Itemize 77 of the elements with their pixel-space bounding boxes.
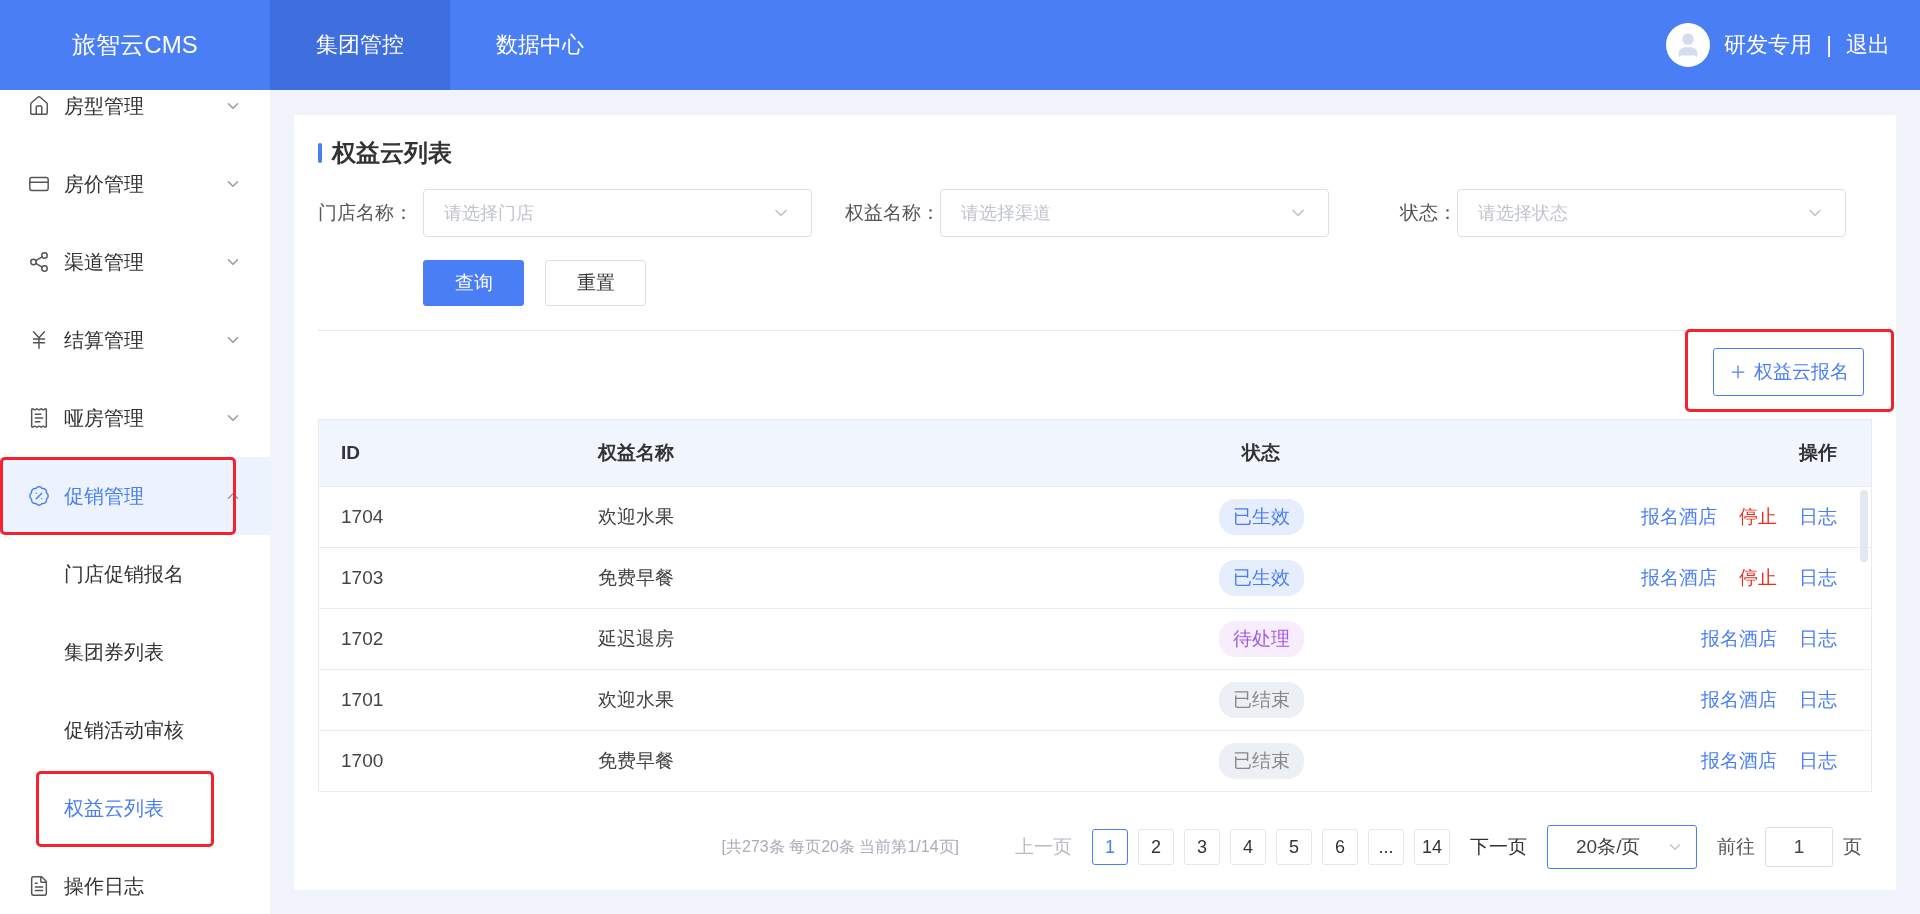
status-tag: 已生效 bbox=[1218, 499, 1304, 535]
sidebar-subitem[interactable]: 门店促销报名 bbox=[0, 535, 270, 613]
page-title: 权益云列表 bbox=[332, 138, 452, 168]
pagination-summary: [共273条 每页20条 当前第1/14页] bbox=[721, 836, 959, 857]
separator: | bbox=[1826, 32, 1832, 58]
action-link[interactable]: 报名酒店 bbox=[1701, 626, 1777, 652]
column-header: 权益名称 bbox=[596, 441, 675, 465]
sidebar-item[interactable]: 操作日志 bbox=[0, 847, 270, 914]
reset-button[interactable]: 重置 bbox=[545, 260, 646, 306]
status-tag: 已结束 bbox=[1218, 743, 1304, 779]
sidebar-subitem[interactable]: 权益云列表 bbox=[0, 769, 270, 847]
table-cell-text: 延迟退房 bbox=[597, 627, 675, 651]
column-header: 操作 bbox=[1797, 441, 1838, 465]
page-button[interactable]: 3 bbox=[1184, 829, 1220, 865]
scrollbar-thumb[interactable] bbox=[1860, 490, 1868, 562]
page-button[interactable]: ... bbox=[1368, 829, 1404, 865]
action-link[interactable]: 报名酒店 bbox=[1701, 687, 1777, 713]
sidebar-item[interactable]: 渠道管理 bbox=[0, 223, 270, 301]
logo: 旅智云CMS bbox=[71, 30, 199, 60]
status-tag: 已结束 bbox=[1218, 682, 1304, 718]
sidebar-item[interactable]: 结算管理 bbox=[0, 301, 270, 379]
table-cell-text: 1701 bbox=[340, 689, 385, 711]
sidebar-item[interactable]: 房型管理 bbox=[0, 90, 270, 145]
goto-label: 前往 bbox=[1717, 835, 1755, 859]
action-link[interactable]: 报名酒店 bbox=[1641, 504, 1717, 530]
percent-badge-icon bbox=[28, 485, 50, 507]
house-icon bbox=[28, 95, 50, 117]
filter-label: 权益名称： bbox=[844, 201, 940, 225]
nav-tab[interactable]: 集团管控 bbox=[270, 0, 450, 90]
next-page-link[interactable]: 下一页 bbox=[1470, 834, 1527, 860]
table-cell-text: 1702 bbox=[340, 628, 385, 650]
status-tag: 待处理 bbox=[1218, 621, 1304, 657]
action-link[interactable]: 报名酒店 bbox=[1701, 748, 1777, 774]
table-cell-text: 1700 bbox=[340, 750, 385, 772]
sidebar-subitem[interactable]: 促销活动审核 bbox=[0, 691, 270, 769]
sidebar-item[interactable]: 促销管理 bbox=[0, 457, 270, 535]
column-header: 状态 bbox=[1240, 441, 1281, 465]
page-button[interactable]: 4 bbox=[1230, 829, 1266, 865]
table-cell-text: 免费早餐 bbox=[597, 749, 675, 773]
search-button[interactable]: 查询 bbox=[423, 260, 524, 306]
action-link[interactable]: 报名酒店 bbox=[1641, 565, 1717, 591]
receipt-icon bbox=[28, 407, 50, 429]
page-suffix: 页 bbox=[1843, 835, 1862, 859]
table-cell-text: 欢迎水果 bbox=[597, 505, 675, 529]
column-header: ID bbox=[340, 442, 361, 464]
action-link[interactable]: 日志 bbox=[1799, 748, 1837, 774]
nodes-icon bbox=[28, 251, 50, 273]
action-link[interactable]: 停止 bbox=[1739, 565, 1777, 591]
page-button[interactable]: 6 bbox=[1322, 829, 1358, 865]
filter-label: 状态： bbox=[1399, 201, 1457, 225]
page-button[interactable]: 1 bbox=[1092, 829, 1128, 865]
document-icon bbox=[28, 875, 50, 897]
table-cell-text: 1703 bbox=[340, 567, 385, 589]
action-link[interactable]: 日志 bbox=[1799, 626, 1837, 652]
add-button[interactable]: 权益云报名 bbox=[1713, 348, 1864, 396]
table-cell-text: 1704 bbox=[340, 506, 385, 528]
page-input[interactable]: 1 bbox=[1765, 827, 1833, 867]
page-button[interactable]: 14 bbox=[1414, 829, 1450, 865]
filter-label: 门店名称： bbox=[318, 201, 414, 225]
action-link[interactable]: 停止 bbox=[1739, 504, 1777, 530]
page-button[interactable]: 5 bbox=[1276, 829, 1312, 865]
sidebar-item[interactable]: 房价管理 bbox=[0, 145, 270, 223]
table-cell-text: 欢迎水果 bbox=[597, 688, 675, 712]
user-name: 研发专用 bbox=[1724, 31, 1813, 59]
page-button[interactable]: 2 bbox=[1138, 829, 1174, 865]
table-cell-text: 免费早餐 bbox=[597, 566, 675, 590]
action-link[interactable]: 日志 bbox=[1799, 504, 1837, 530]
sidebar-item[interactable]: 哑房管理 bbox=[0, 379, 270, 457]
logout-link[interactable]: 退出 bbox=[1846, 30, 1890, 60]
title-marker bbox=[318, 143, 322, 163]
nav-tab[interactable]: 数据中心 bbox=[450, 0, 630, 90]
status-tag: 已生效 bbox=[1218, 560, 1304, 596]
sidebar-subitem[interactable]: 集团券列表 bbox=[0, 613, 270, 691]
page-size-select[interactable]: 20条/页 bbox=[1547, 825, 1697, 869]
action-link[interactable]: 日志 bbox=[1799, 687, 1837, 713]
avatar[interactable] bbox=[1666, 23, 1711, 67]
action-link[interactable]: 日志 bbox=[1799, 565, 1837, 591]
